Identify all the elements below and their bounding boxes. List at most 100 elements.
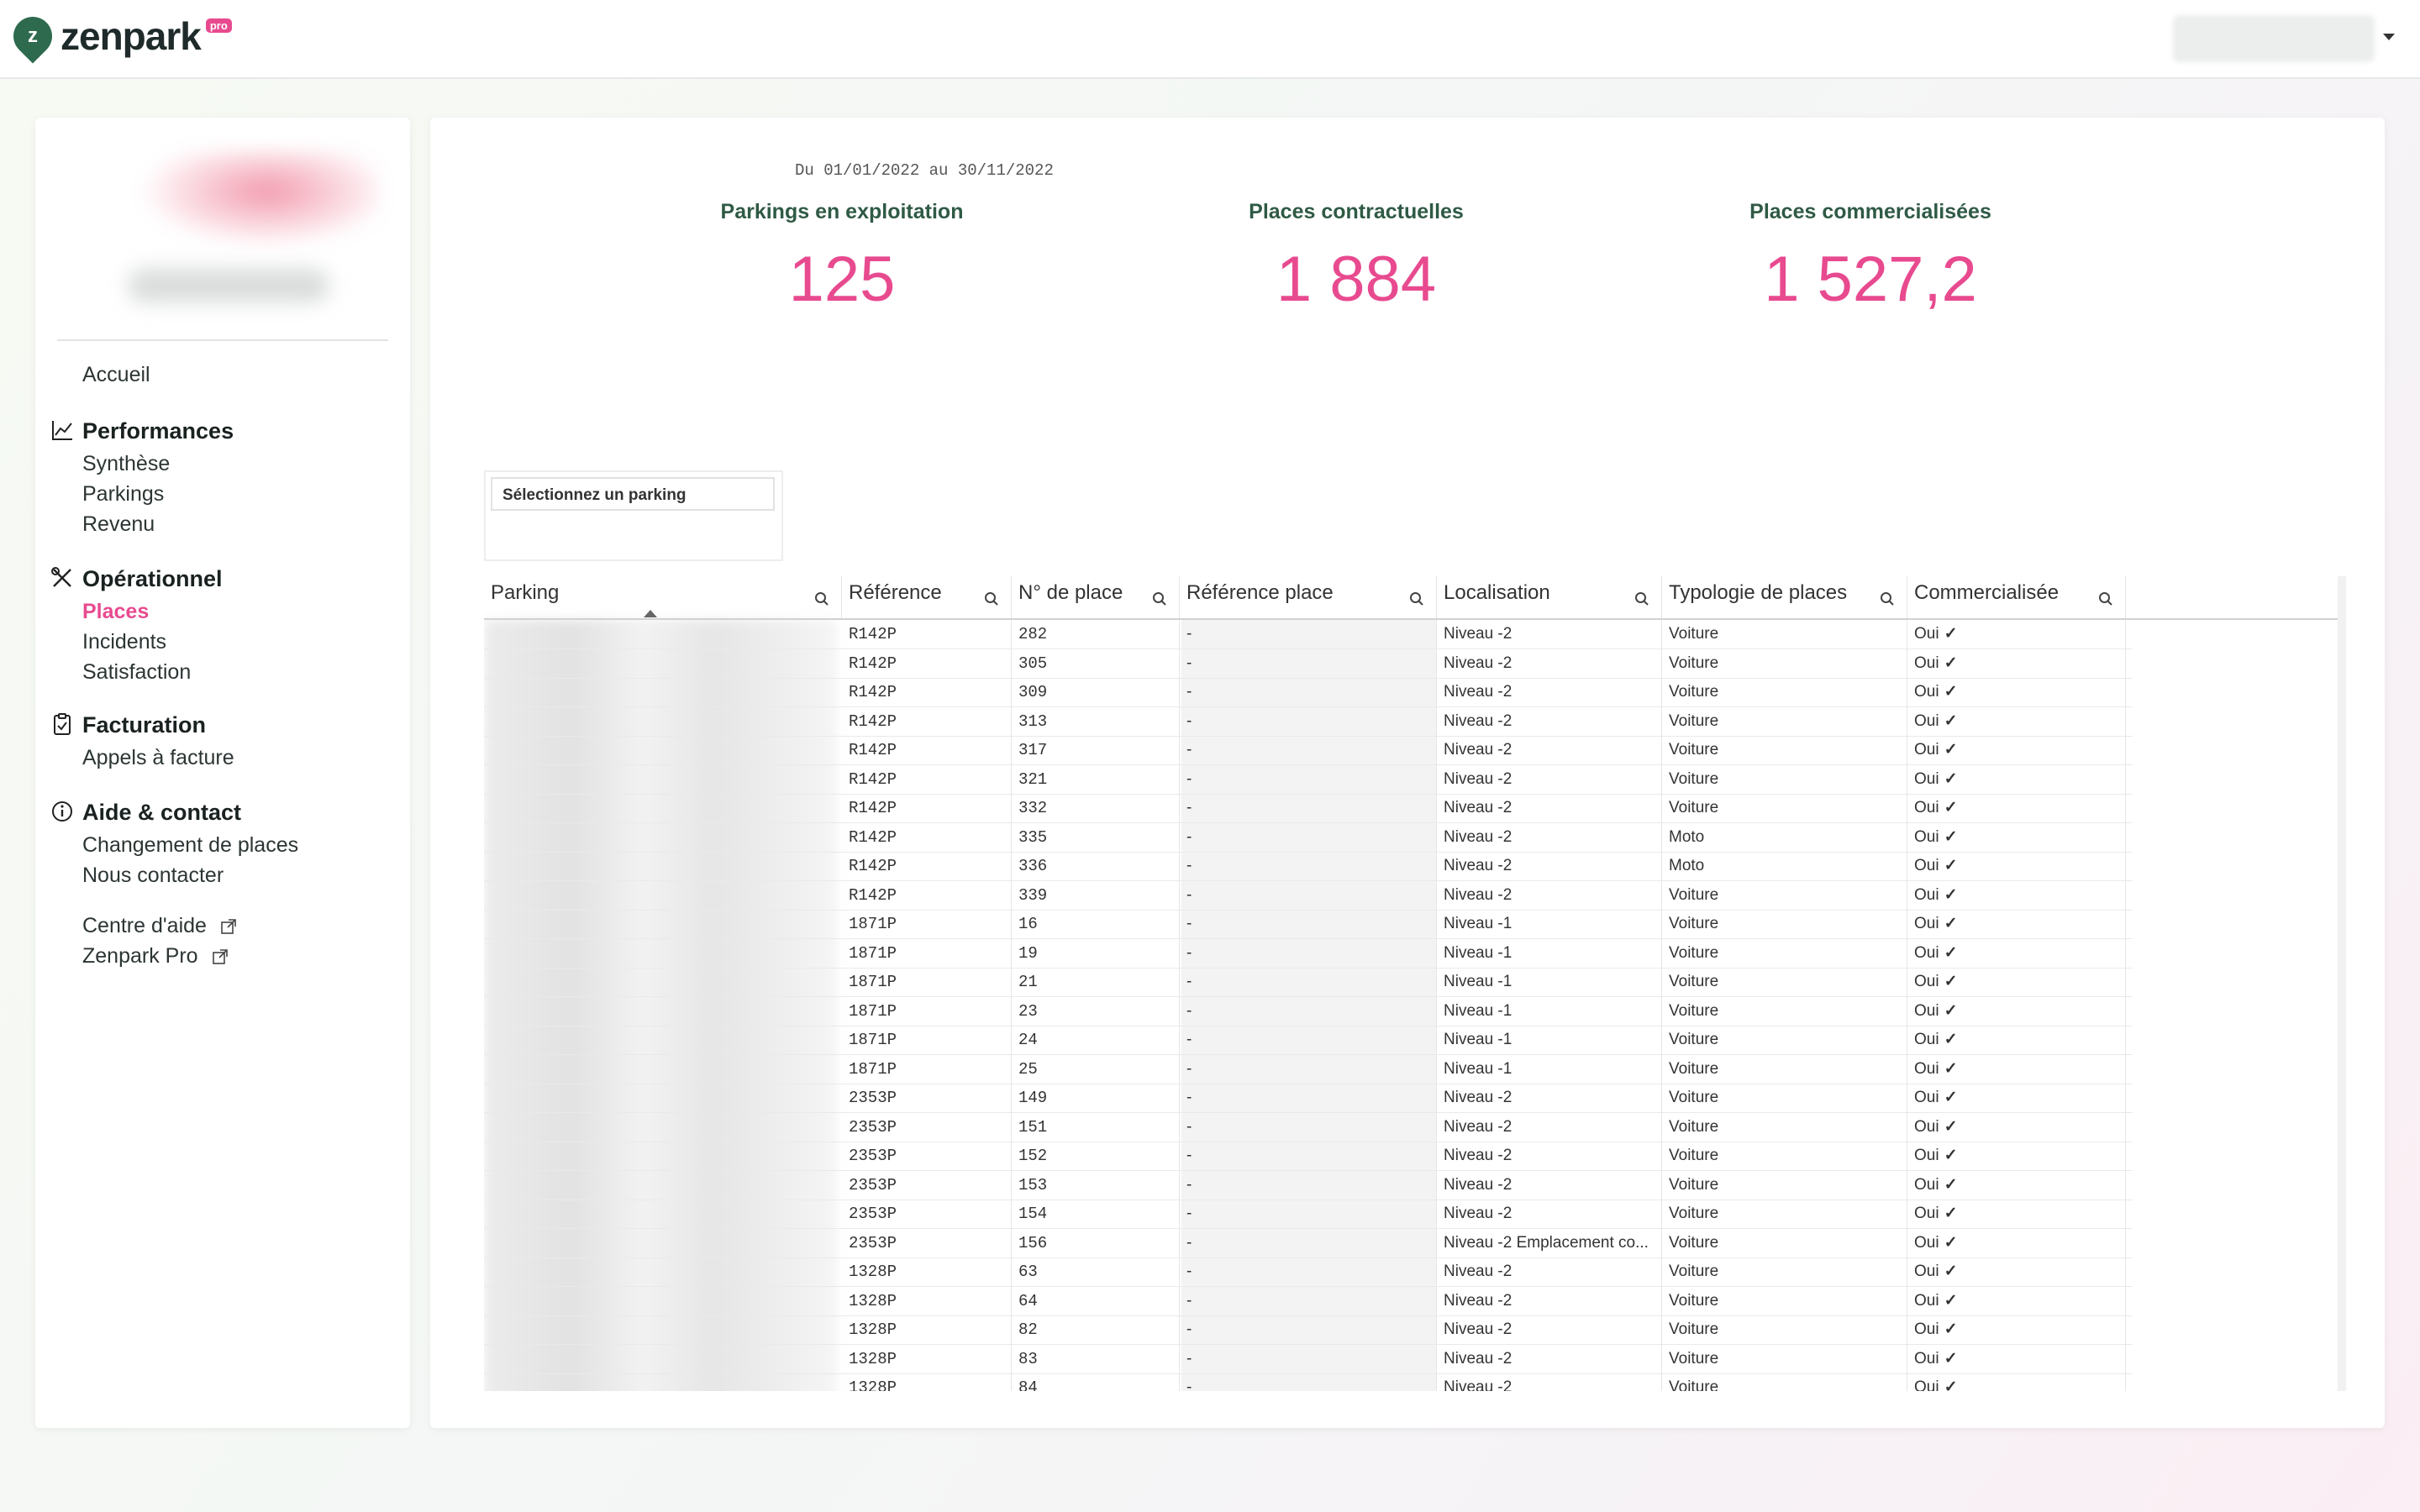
cell-reference-place: - (1180, 1344, 1437, 1373)
cell-typologie: Moto (1662, 822, 1907, 852)
table-row[interactable]: 2353P 153- Niveau -2 Voiture Oui ✓ (484, 1170, 2133, 1200)
checkmark-icon: ✓ (1944, 1263, 1958, 1280)
logo-text: zenpark (60, 14, 202, 58)
table-row[interactable]: 1328P 83- Niveau -2 Voiture Oui ✓ (484, 1344, 2133, 1374)
table-row[interactable]: 1328P 84- Niveau -2 Voiture Oui ✓ (484, 1373, 2133, 1391)
link-centre-aide[interactable]: Centre d'aide (82, 914, 236, 938)
table-row[interactable]: 1328P 63- Niveau -2 Voiture Oui ✓ (484, 1257, 2133, 1287)
table-row[interactable]: 1871P 23- Niveau -1 Voiture Oui ✓ (484, 996, 2133, 1026)
user-menu[interactable] (2173, 15, 2375, 62)
sidebar-item-appels-facture[interactable]: Appels à facture (82, 746, 234, 770)
column-header-parking[interactable]: Parking (484, 576, 842, 618)
user-menu-caret-icon[interactable] (2383, 34, 2395, 40)
sort-ascending-icon[interactable] (644, 610, 657, 617)
cell-reference-place: - (1180, 794, 1437, 822)
parking-filter-label[interactable]: Sélectionnez un parking (491, 477, 775, 511)
checkmark-icon: ✓ (1944, 915, 1958, 932)
kpi-places-contractuelles: Places contractuelles 1 884 (1146, 200, 1566, 316)
external-link-icon (221, 919, 236, 935)
cell-localisation: Niveau -2 (1437, 1373, 1662, 1391)
column-header-commercialisee[interactable]: Commercialisée (1907, 576, 2126, 618)
search-icon[interactable] (2098, 591, 2113, 606)
search-icon[interactable] (1880, 591, 1895, 606)
kpi-label: Places contractuelles (1249, 200, 1464, 223)
column-header-localisation[interactable]: Localisation (1437, 576, 1662, 618)
cell-localisation: Niveau -2 Emplacement co... (1437, 1228, 1662, 1257)
link-zenpark-pro[interactable]: Zenpark Pro (82, 944, 228, 969)
checkmark-icon: ✓ (1944, 1117, 1958, 1136)
cell-reference-place: - (1180, 880, 1437, 910)
column-header-numero-place[interactable]: N° de place (1012, 576, 1180, 618)
checkmark-icon: ✓ (1944, 943, 1958, 962)
cell-numero-place: 25 (1012, 1054, 1180, 1084)
cell-numero-place: 336 (1012, 852, 1180, 880)
table-row[interactable]: R142P 282- Niveau -2 Voiture Oui ✓ (484, 620, 2133, 649)
column-header-reference-place[interactable]: Référence place (1180, 576, 1437, 618)
search-icon[interactable] (814, 591, 829, 606)
parking-filter[interactable]: Sélectionnez un parking (484, 470, 783, 561)
table-row[interactable]: 1871P 16- Niveau -1 Voiture Oui ✓ (484, 910, 2133, 939)
cell-commercialisee: Oui ✓ (1907, 1257, 2126, 1286)
sidebar-item-parkings[interactable]: Parkings (82, 482, 164, 507)
sidebar-item-incidents[interactable]: Incidents (82, 630, 166, 654)
sidebar-item-places[interactable]: Places (82, 600, 149, 624)
tools-icon (51, 567, 71, 587)
table-row[interactable]: R142P 305- Niveau -2 Voiture Oui ✓ (484, 648, 2133, 679)
cell-reference-place: - (1180, 1084, 1437, 1112)
table-row[interactable]: R142P 321- Niveau -2 Voiture Oui ✓ (484, 764, 2133, 795)
cell-commercialisee: Oui ✓ (1907, 996, 2126, 1026)
table-row[interactable]: 2353P 156- Niveau -2 Emplacement co... Voit… (484, 1228, 2133, 1258)
table-row[interactable]: R142P 309- Niveau -2 Voiture Oui ✓ (484, 678, 2133, 707)
table-row[interactable]: 2353P 152- Niveau -2 Voiture Oui ✓ (484, 1142, 2133, 1171)
table-row[interactable]: 1328P 64- Niveau -2 Voiture Oui ✓ (484, 1286, 2133, 1316)
cell-reference-place: - (1180, 996, 1437, 1026)
table-row[interactable]: R142P 313- Niveau -2 Voiture Oui ✓ (484, 706, 2133, 737)
table-row[interactable]: 1871P 24- Niveau -1 Voiture Oui ✓ (484, 1026, 2133, 1055)
search-icon[interactable] (984, 591, 999, 606)
column-header-reference[interactable]: Référence (842, 576, 1012, 618)
table-row[interactable]: R142P 336- Niveau -2 Moto Oui ✓ (484, 852, 2133, 881)
table-row[interactable]: R142P 335- Niveau -2 Moto Oui ✓ (484, 822, 2133, 853)
section-title-facturation: Facturation (82, 712, 207, 738)
sidebar-divider (57, 339, 388, 341)
cell-typologie: Voiture (1662, 706, 1907, 736)
table-row[interactable]: R142P 332- Niveau -2 Voiture Oui ✓ (484, 794, 2133, 823)
table-row[interactable]: 1328P 82- Niveau -2 Voiture Oui ✓ (484, 1315, 2133, 1345)
cell-typologie: Voiture (1662, 1257, 1907, 1286)
kpi-value: 1 527,2 (1764, 244, 1977, 315)
sidebar-item-changement-places[interactable]: Changement de places (82, 833, 298, 858)
table-row[interactable]: R142P 317- Niveau -2 Voiture Oui ✓ (484, 736, 2133, 765)
table-row[interactable]: 1871P 19- Niveau -1 Voiture Oui ✓ (484, 938, 2133, 969)
table-row[interactable]: 1871P 21- Niveau -1 Voiture Oui ✓ (484, 968, 2133, 997)
cell-localisation: Niveau -2 (1437, 1257, 1662, 1286)
sidebar-item-synthese[interactable]: Synthèse (82, 452, 170, 476)
sidebar-item-nous-contacter[interactable]: Nous contacter (82, 864, 224, 888)
checkmark-icon: ✓ (1944, 827, 1958, 846)
cell-typologie: Voiture (1662, 1084, 1907, 1112)
column-header-typologie[interactable]: Typologie de places (1662, 576, 1907, 618)
cell-commercialisee: Oui ✓ (1907, 910, 2126, 938)
cell-reference-place: - (1180, 1026, 1437, 1054)
zenpark-logo[interactable]: z zenpark pro (5, 8, 232, 64)
sidebar-item-satisfaction[interactable]: Satisfaction (82, 660, 191, 685)
search-icon[interactable] (1409, 591, 1424, 606)
cell-reference: 2353P (842, 1112, 1012, 1142)
search-icon[interactable] (1634, 591, 1649, 606)
cell-localisation: Niveau -2 (1437, 648, 1662, 678)
cell-commercialisee: Oui ✓ (1907, 1286, 2126, 1315)
cell-commercialisee: Oui ✓ (1907, 1026, 2126, 1054)
table-row[interactable]: 2353P 149- Niveau -2 Voiture Oui ✓ (484, 1084, 2133, 1113)
table-row[interactable]: R142P 339- Niveau -2 Voiture Oui ✓ (484, 880, 2133, 911)
sidebar-item-accueil[interactable]: Accueil (82, 363, 150, 387)
table-row[interactable]: 2353P 151- Niveau -2 Voiture Oui ✓ (484, 1112, 2133, 1142)
cell-numero-place: 16 (1012, 910, 1180, 938)
cell-localisation: Niveau -2 (1437, 706, 1662, 736)
table-row[interactable]: 1871P 25- Niveau -1 Voiture Oui ✓ (484, 1054, 2133, 1084)
sidebar-item-revenu[interactable]: Revenu (82, 512, 155, 537)
table-row[interactable]: 2353P 154- Niveau -2 Voiture Oui ✓ (484, 1200, 2133, 1229)
search-icon[interactable] (1152, 591, 1167, 606)
cell-reference: R142P (842, 736, 1012, 764)
cell-commercialisee: Oui ✓ (1907, 1112, 2126, 1142)
checkmark-icon: ✓ (1944, 625, 1958, 643)
checkmark-icon: ✓ (1944, 769, 1958, 788)
